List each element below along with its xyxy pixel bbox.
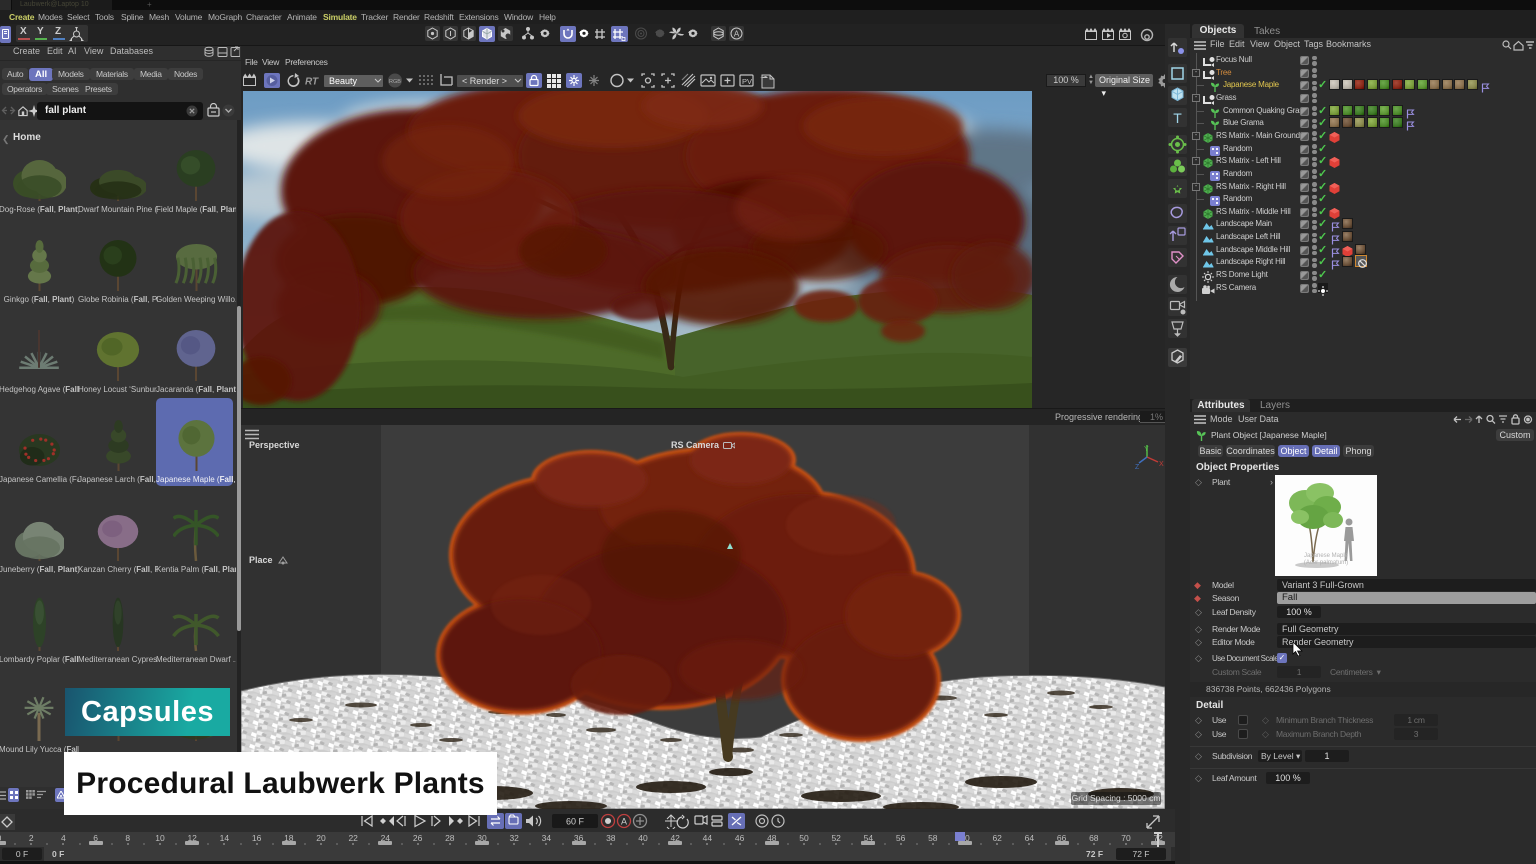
svg-text:X: X (1159, 461, 1164, 468)
svg-text:Y: Y (1144, 446, 1149, 453)
svg-text:(Acer palmatum): (Acer palmatum) (1304, 560, 1348, 566)
svg-text:PV: PV (742, 77, 752, 86)
svg-text:A: A (734, 30, 740, 39)
svg-text:RT: RT (305, 77, 319, 88)
svg-text:RGB: RGB (389, 79, 401, 85)
svg-text:60 F: 60 F (566, 817, 585, 827)
svg-text:Japanese Maple: Japanese Maple (1304, 553, 1349, 559)
svg-text:< Render >: < Render > (462, 76, 507, 86)
svg-text:A: A (621, 817, 627, 827)
svg-text:T: T (1173, 110, 1182, 126)
svg-text:Z: Z (1135, 464, 1140, 471)
svg-text:Beauty: Beauty (329, 76, 358, 86)
